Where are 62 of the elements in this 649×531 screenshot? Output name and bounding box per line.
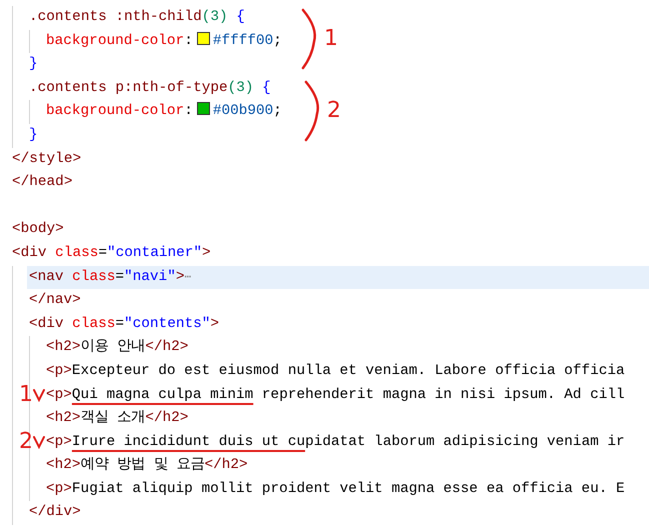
code-token: 객실 소개 (80, 410, 146, 426)
code-token: <div (29, 316, 64, 332)
code-token: <h2> (46, 410, 81, 426)
check-mark (33, 388, 45, 402)
code-token: (3) (228, 80, 254, 96)
fold-ellipsis[interactable]: ⋯ (184, 272, 192, 284)
code-token: </head> (12, 174, 72, 190)
code-token: Fugiat aliquip mollit proident velit magna esse ea officia eu. E (72, 480, 625, 497)
code-token: } (29, 56, 38, 72)
code-token: (3) (202, 9, 228, 25)
code-token: { (261, 80, 271, 96)
code-token: = (115, 268, 124, 285)
code-token: <p> (46, 386, 72, 402)
code-token: #00b900 (212, 103, 274, 120)
code-token: <nav (29, 268, 64, 285)
code-token: = (98, 244, 108, 261)
check-mark (33, 435, 45, 450)
code-token: class (71, 268, 116, 285)
code-token: class (54, 244, 98, 261)
code-token: : (184, 32, 193, 49)
code-token: > (202, 244, 211, 261)
code-token: </nav> (29, 292, 81, 308)
code-token: = (115, 316, 124, 332)
code-text: Irure incididunt duis ut cu (72, 434, 306, 450)
code-token: > (176, 268, 184, 285)
code-token: <h2> (46, 457, 81, 474)
code-token: } (29, 126, 38, 143)
code-token: pidatat laborum adipisicing veniam ir (305, 434, 625, 450)
code-token: > (210, 316, 220, 332)
code-token: reprehenderit magna in nisi ipsum. Ad cill (260, 386, 625, 402)
annotation-number: 1 (324, 28, 338, 50)
code-token: "navi" (124, 268, 176, 285)
code-token: <h2> (46, 339, 81, 356)
code-token: <p> (46, 362, 72, 379)
code-token: ; (273, 32, 282, 49)
code-token: Excepteur do est eiusmod nulla et veniam. Labore officia officia (72, 362, 625, 379)
code-token: <p> (46, 434, 72, 450)
code-token: ; (273, 103, 282, 120)
code-token: "container" (107, 244, 202, 261)
annotation-number: 2 (19, 431, 33, 454)
code-token: background-color (46, 103, 184, 120)
code-token: background-color (46, 32, 184, 49)
code-token: .contents p:nth-of-type (29, 80, 228, 96)
code-token: </h2> (204, 457, 248, 474)
annotation-number: 2 (327, 100, 341, 122)
code-token: 예약 방법 및 요금 (80, 457, 204, 474)
code-token: </h2> (145, 339, 188, 356)
code-token: </div> (29, 504, 81, 520)
code-token: <div (12, 244, 47, 261)
code-token: </h2> (145, 410, 188, 426)
code-token: #ffff00 (212, 32, 274, 49)
code-text: Qui magna culpa minim (72, 386, 254, 402)
code-token: .contents :nth-child (29, 9, 202, 25)
code-token: : (184, 103, 193, 120)
annotation-number: 1 (19, 384, 33, 406)
code-token: 이용 안내 (80, 339, 146, 356)
code-token: { (235, 9, 245, 25)
code-token: class (71, 316, 116, 332)
code-token: </style> (12, 150, 82, 167)
code-token: <p> (46, 480, 72, 497)
code-token: "contents" (124, 316, 210, 332)
code-token: <body> (12, 221, 64, 238)
